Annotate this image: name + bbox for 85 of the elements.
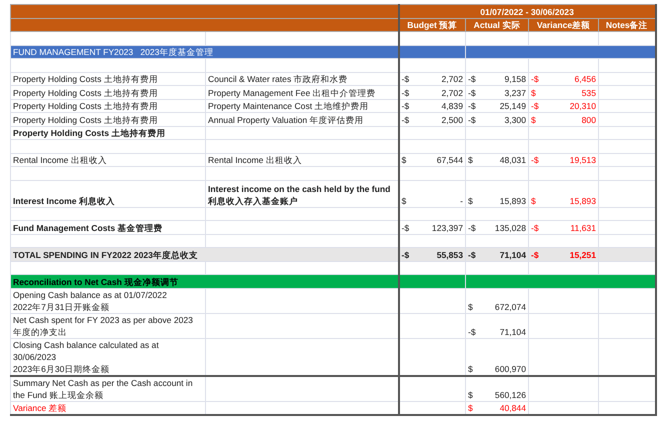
description-label: Property Maintenance Cost 土地维护费用 bbox=[208, 101, 369, 111]
amount-value: - bbox=[460, 194, 463, 206]
amount-value: 560,126 bbox=[494, 388, 526, 400]
currency-sign: -$ bbox=[468, 222, 476, 234]
description-label: Council & Water rates 市政府和水费 bbox=[208, 74, 348, 84]
currency-sign: -$ bbox=[402, 114, 410, 126]
amount-value: 4,839 bbox=[441, 100, 463, 112]
column-header: Budget 预算 bbox=[398, 18, 466, 32]
reconciliation-label: Summary Net Cash as per the Cash account in the Fund 账上现金余额 bbox=[13, 378, 193, 400]
amount-value: 40,844 bbox=[500, 402, 526, 414]
currency-sign: $ bbox=[531, 194, 536, 206]
amount-value: 535 bbox=[582, 86, 596, 98]
currency-sign: -$ bbox=[402, 100, 410, 112]
amount-value: 135,028 bbox=[494, 222, 526, 234]
currency-sign: $ bbox=[531, 114, 536, 126]
currency-sign: $ bbox=[468, 194, 473, 206]
category-label: Interest Income 利息收入 bbox=[13, 196, 115, 206]
category-label: Property Holding Costs 土地持有费用 bbox=[13, 101, 158, 111]
category-label: Property Holding Costs 土地持有费用 bbox=[13, 88, 158, 98]
amount-value: 672,074 bbox=[494, 300, 526, 312]
column-header: Variance差额 bbox=[528, 18, 598, 32]
currency-sign: -$ bbox=[531, 100, 539, 112]
currency-sign: -$ bbox=[531, 154, 539, 166]
reconciliation-label: Net Cash spent for FY 2023 as per above 2023 年度的净支出 bbox=[13, 314, 193, 336]
category-label: Property Holding Costs 土地持有费用 bbox=[13, 114, 158, 124]
amount-value: 15,251 bbox=[570, 248, 596, 260]
amount-value: 3,237 bbox=[504, 86, 526, 98]
period-header: 01/07/2022 - 30/06/2023 bbox=[398, 4, 656, 18]
column-header: Actual 实际 bbox=[466, 18, 528, 32]
currency-sign: $ bbox=[402, 194, 406, 206]
amount-value: 71,104 bbox=[500, 248, 526, 260]
currency-sign: -$ bbox=[468, 326, 476, 338]
amount-value: 48,031 bbox=[500, 154, 526, 166]
amount-value: 67,544 bbox=[436, 154, 463, 166]
currency-sign: $ bbox=[531, 86, 536, 98]
amount-value: 25,149 bbox=[500, 100, 526, 112]
amount-value: 55,853 bbox=[436, 248, 463, 260]
currency-sign: -$ bbox=[531, 248, 539, 260]
currency-sign: -$ bbox=[468, 248, 476, 260]
total-label: TOTAL SPENDING IN FY2022 2023年度总收支 bbox=[13, 250, 198, 260]
amount-value: 3,300 bbox=[504, 114, 526, 126]
amount-value: 11,631 bbox=[570, 222, 596, 234]
currency-sign: $ bbox=[468, 300, 473, 312]
amount-value: 19,513 bbox=[570, 154, 596, 166]
description-label: Property Management Fee 出租中介管理费 bbox=[208, 88, 376, 98]
currency-sign: -$ bbox=[402, 86, 410, 98]
description-label: Rental Income 出租收入 bbox=[208, 155, 302, 165]
description-label: Annual Property Valuation 年度评估费用 bbox=[208, 114, 364, 124]
reconciliation-label: Closing Cash balance calculated as at 30/06/2023 2023年6月30日期终金额 bbox=[13, 340, 159, 374]
currency-sign: -$ bbox=[402, 248, 410, 260]
amount-value: 2,500 bbox=[441, 114, 463, 126]
description-label: Interest income on the cash held by the fund 利息收入存入基金账户 bbox=[208, 184, 390, 206]
category-label: Property Holding Costs 土地持有费用 bbox=[13, 74, 158, 84]
currency-sign: $ bbox=[468, 402, 473, 414]
currency-sign: -$ bbox=[402, 222, 410, 234]
currency-sign: -$ bbox=[531, 222, 539, 234]
currency-sign: $ bbox=[468, 362, 473, 374]
amount-value: 600,970 bbox=[494, 362, 526, 374]
category-label: Rental Income 出租收入 bbox=[13, 155, 107, 165]
amount-value: 800 bbox=[582, 114, 596, 126]
amount-value: 2,702 bbox=[441, 86, 463, 98]
currency-sign: -$ bbox=[468, 73, 476, 85]
currency-sign: -$ bbox=[468, 100, 476, 112]
reconciliation-label: Opening Cash balance as at 01/07/2022 2022年7月31日开账金额 bbox=[13, 290, 167, 312]
currency-sign: $ bbox=[402, 154, 406, 166]
column-header: Notes备注 bbox=[598, 18, 656, 32]
currency-sign: $ bbox=[468, 388, 473, 400]
category-label: Fund Management Costs 基金管理费 bbox=[13, 222, 163, 232]
amount-value: 15,893 bbox=[570, 194, 596, 206]
section-header: Reconciliation to Net Cash 现金净额调节 bbox=[10, 274, 398, 288]
currency-sign: -$ bbox=[468, 86, 476, 98]
currency-sign: -$ bbox=[531, 73, 539, 85]
amount-value: 20,310 bbox=[570, 100, 596, 112]
amount-value: 9,158 bbox=[504, 73, 526, 85]
section-header: FUND MANAGEMENT FY2023 2023年度基金管理 bbox=[10, 45, 398, 58]
amount-value: 2,702 bbox=[441, 73, 463, 85]
currency-sign: -$ bbox=[468, 114, 476, 126]
amount-value: 71,104 bbox=[500, 326, 526, 338]
amount-value: 123,397 bbox=[432, 222, 463, 234]
reconciliation-label: Variance 差额 bbox=[13, 402, 67, 412]
currency-sign: $ bbox=[468, 154, 473, 166]
currency-sign: -$ bbox=[402, 73, 410, 85]
amount-value: 6,456 bbox=[574, 73, 596, 85]
amount-value: 15,893 bbox=[500, 194, 526, 206]
category-label: Property Holding Costs 土地持有费用 bbox=[13, 128, 166, 138]
